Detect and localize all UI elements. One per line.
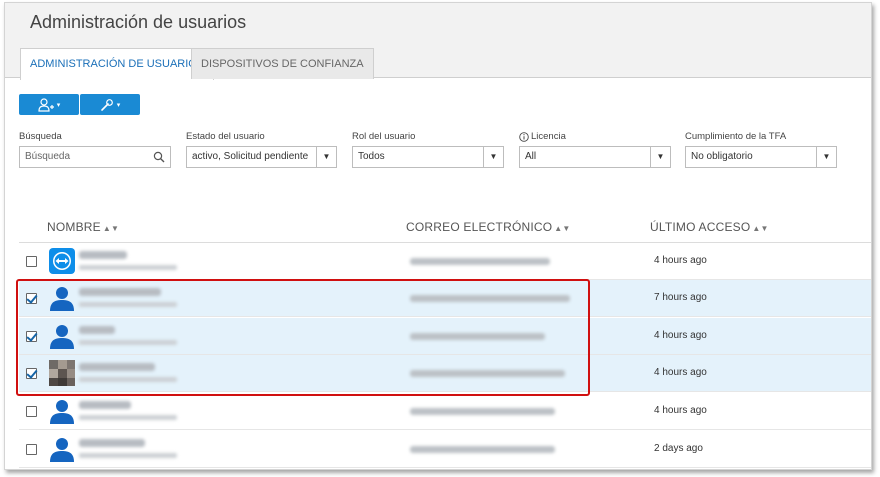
chevron-down-icon: ▼: [316, 147, 336, 167]
redacted-name: [79, 326, 115, 334]
search-icon: [153, 151, 165, 163]
last-access-value: 4 hours ago: [654, 405, 707, 416]
redacted-name: [79, 251, 127, 259]
tab-trusted-devices[interactable]: DISPOSITIVOS DE CONFIANZA: [191, 48, 374, 79]
default-user-avatar: [50, 325, 74, 349]
user-role-value: Todos: [358, 151, 385, 162]
chevron-down-icon: ▼: [816, 147, 836, 167]
user-state-label: Estado del usuario: [186, 131, 265, 142]
tfa-value: No obligatorio: [691, 151, 753, 162]
redacted-name: [79, 288, 161, 296]
table-row[interactable]: 4 hours ago: [19, 355, 871, 392]
row-checkbox[interactable]: [26, 406, 37, 417]
search-placeholder: Búsqueda: [25, 151, 71, 162]
chevron-down-icon: ▼: [483, 147, 503, 167]
chevron-down-icon: ▾: [116, 101, 121, 109]
default-user-avatar: [50, 400, 74, 424]
sort-icon: ▲▼: [554, 224, 571, 233]
tools-button[interactable]: ▾: [80, 94, 140, 115]
redacted-subtitle: [79, 453, 177, 458]
add-user-button[interactable]: ▾: [19, 94, 79, 115]
teamviewer-logo-avatar: [49, 248, 75, 274]
redacted-email: [410, 258, 550, 265]
redacted-email: [410, 333, 545, 340]
redacted-email: [410, 408, 555, 415]
page-title: Administración de usuarios: [30, 12, 247, 32]
search-input[interactable]: Búsqueda: [19, 146, 171, 168]
redacted-subtitle: [79, 415, 177, 420]
license-label: Licencia: [519, 131, 566, 142]
chevron-down-icon: ▾: [56, 101, 61, 109]
user-role-select[interactable]: Todos ▼: [352, 146, 504, 168]
photo-avatar: [49, 360, 75, 386]
tfa-select[interactable]: No obligatorio ▼: [685, 146, 837, 168]
sort-icon: ▲▼: [752, 224, 769, 233]
table-row[interactable]: 4 hours ago: [19, 318, 871, 355]
redacted-name: [79, 401, 131, 409]
last-access-value: 4 hours ago: [654, 255, 707, 266]
wrench-icon: [100, 98, 113, 111]
user-role-label: Rol del usuario: [352, 131, 416, 142]
search-label: Búsqueda: [19, 131, 62, 142]
row-checkbox[interactable]: [26, 293, 37, 304]
redacted-name: [79, 363, 155, 371]
last-access-value: 2 days ago: [654, 443, 703, 454]
sort-icon: ▲▼: [102, 224, 120, 233]
tab-user-management[interactable]: ADMINISTRACIÓN DE USUARIOS: [20, 48, 215, 80]
table-row[interactable]: 7 hours ago: [19, 280, 871, 317]
table-row[interactable]: 4 hours ago: [19, 243, 871, 280]
row-checkbox[interactable]: [26, 331, 37, 342]
row-checkbox[interactable]: [26, 444, 37, 455]
column-header-email[interactable]: CORREO ELECTRÓNICO ▲▼: [406, 220, 571, 234]
last-access-value: 4 hours ago: [654, 367, 707, 378]
table-row[interactable]: 4 hours ago: [19, 393, 871, 430]
chevron-down-icon: ▼: [650, 147, 670, 167]
redacted-subtitle: [79, 340, 177, 345]
column-header-last-access[interactable]: ÚLTIMO ACCESO ▲▼: [650, 220, 769, 234]
default-user-avatar: [50, 438, 74, 462]
license-value: All: [525, 151, 537, 162]
user-state-value: activo, Solicitud pendiente: [192, 151, 309, 162]
redacted-subtitle: [79, 302, 177, 307]
redacted-email: [410, 370, 565, 377]
table-row[interactable]: 2 days ago: [19, 431, 871, 468]
user-state-select[interactable]: activo, Solicitud pendiente ▼: [186, 146, 337, 168]
last-access-value: 4 hours ago: [654, 330, 707, 341]
column-header-name[interactable]: NOMBRE ▲▼: [47, 220, 119, 234]
row-checkbox[interactable]: [26, 368, 37, 379]
redacted-subtitle: [79, 377, 177, 382]
redacted-name: [79, 439, 145, 447]
row-checkbox[interactable]: [26, 256, 37, 267]
default-user-avatar: [50, 287, 74, 311]
app-window: Administración de usuarios ADMINISTRACIÓ…: [4, 2, 872, 470]
redacted-email: [410, 446, 555, 453]
last-access-value: 7 hours ago: [654, 292, 707, 303]
redacted-subtitle: [79, 265, 177, 270]
redacted-email: [410, 295, 570, 302]
user-plus-icon: [38, 97, 54, 112]
license-select[interactable]: All ▼: [519, 146, 671, 168]
info-icon: [519, 131, 529, 142]
tfa-label: Cumplimiento de la TFA: [685, 131, 787, 142]
